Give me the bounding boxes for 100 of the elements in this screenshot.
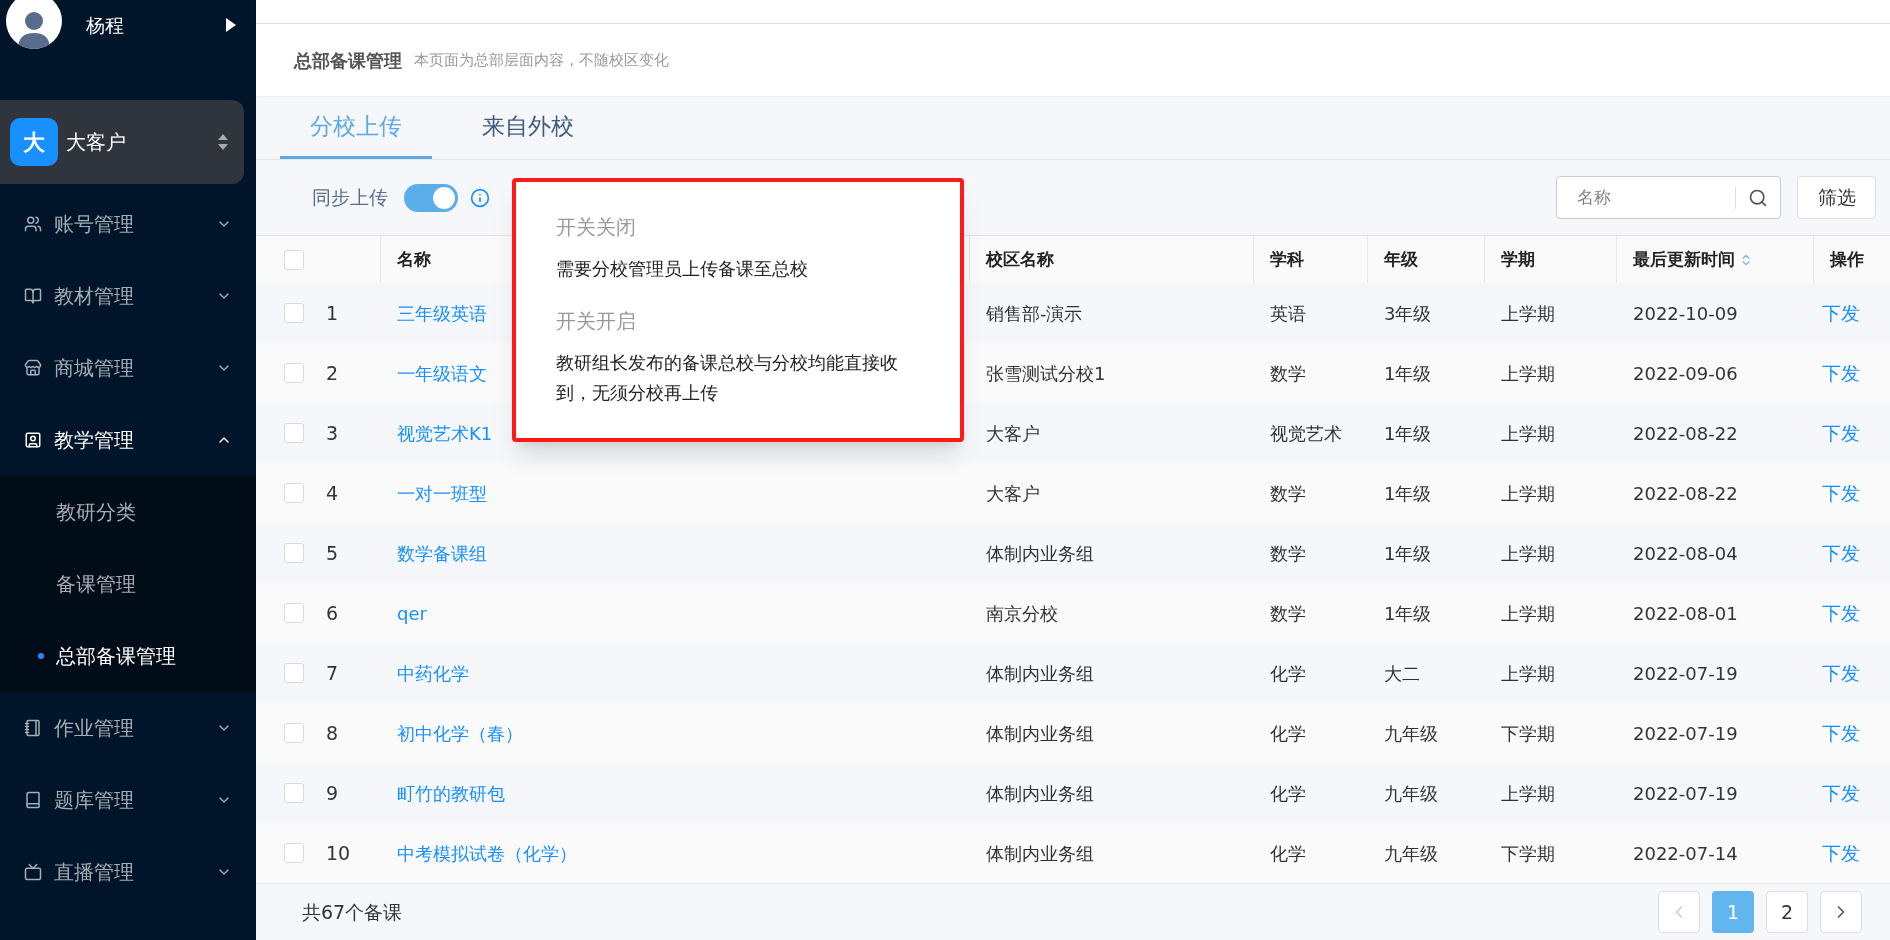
submenu-item[interactable]: 总部备课管理 [0, 620, 256, 692]
table-cell-text: 九年级 [1384, 781, 1438, 806]
menu-icon [24, 215, 42, 233]
row-number: 2 [326, 360, 339, 386]
info-icon[interactable] [470, 187, 490, 208]
table-cell-text: 2022-08-01 [1633, 601, 1738, 626]
checkbox[interactable] [284, 843, 304, 863]
avatar[interactable] [6, 0, 62, 49]
table-cell-text: 上学期 [1501, 421, 1555, 446]
menu-item[interactable]: 商城管理 [0, 332, 256, 404]
checkbox[interactable] [284, 363, 304, 383]
checkbox[interactable] [284, 543, 304, 563]
toggle-switch[interactable] [404, 183, 458, 212]
tab[interactable]: 来自外校 [452, 97, 604, 159]
table-cell-text: 化学 [1270, 841, 1306, 866]
table-cell-text: 2022-08-04 [1633, 541, 1738, 566]
search-icon[interactable] [1748, 187, 1768, 208]
checkbox[interactable] [284, 783, 304, 803]
menu-item[interactable]: 教学管理 [0, 404, 256, 476]
name-link[interactable]: 一对一班型 [397, 479, 487, 507]
dispatch-link[interactable]: 下发 [1822, 778, 1860, 808]
popover-title: 开关关闭 [556, 214, 637, 241]
dispatch-link[interactable]: 下发 [1822, 418, 1860, 448]
table-cell-text: 视觉艺术 [1270, 421, 1342, 446]
checkbox[interactable] [284, 249, 304, 270]
dispatch-link[interactable]: 下发 [1822, 358, 1860, 388]
menu-item[interactable]: 直播管理 [0, 836, 256, 908]
page-button[interactable]: 1 [1712, 891, 1754, 933]
name-link[interactable]: 中药化学 [397, 659, 469, 687]
row-number: 5 [326, 540, 339, 566]
dispatch-link[interactable]: 下发 [1822, 598, 1860, 628]
name-link[interactable]: qer [397, 599, 427, 627]
table-cell-text: 2022-08-22 [1633, 481, 1738, 506]
table-cell-text: 上学期 [1501, 541, 1555, 566]
table-cell-text: 英语 [1270, 301, 1306, 326]
checkbox[interactable] [284, 723, 304, 743]
menu-item[interactable]: 账号管理 [0, 188, 256, 260]
tab[interactable]: 分校上传 [280, 97, 432, 159]
popover-title: 开关开启 [556, 308, 637, 335]
table-cell-text: 数学 [1270, 541, 1306, 566]
name-link[interactable]: 视觉艺术K1 [397, 419, 493, 447]
table-cell-text: 2022-07-19 [1633, 781, 1738, 806]
menu-icon [24, 863, 42, 881]
table-cell-text: 3年级 [1384, 301, 1432, 326]
column-header: 学期 [1501, 247, 1535, 271]
tenant-selector[interactable]: 大 大客户 [0, 100, 244, 184]
filter-button[interactable]: 筛选 [1797, 176, 1876, 219]
table-cell-text: 1年级 [1384, 421, 1432, 446]
table-cell-text: 体制内业务组 [986, 541, 1094, 566]
menu-item[interactable]: 教材管理 [0, 260, 256, 332]
dispatch-link[interactable]: 下发 [1822, 478, 1860, 508]
name-link[interactable]: 初中化学（春） [397, 719, 523, 747]
menu-item[interactable]: 题库管理 [0, 764, 256, 836]
name-link[interactable]: 一年级语文 [397, 359, 487, 387]
table-cell-text: 1年级 [1384, 601, 1432, 626]
dispatch-link[interactable]: 下发 [1822, 658, 1860, 688]
dispatch-link[interactable]: 下发 [1822, 298, 1860, 328]
row-number: 6 [326, 600, 339, 626]
next-page-button[interactable] [1820, 891, 1862, 933]
tenant-name: 大客户 [66, 129, 126, 156]
name-link[interactable]: 町竹的教研包 [397, 779, 505, 807]
table-cell-text: 2022-09-06 [1633, 361, 1738, 386]
checkbox[interactable] [284, 423, 304, 443]
name-link[interactable]: 三年级英语 [397, 299, 487, 327]
prev-page-button[interactable] [1658, 891, 1700, 933]
table-cell-text: 2022-08-22 [1633, 421, 1738, 446]
submenu-item[interactable]: 教研分类 [0, 476, 256, 548]
menu-icon [24, 791, 42, 809]
search-input[interactable]: 名称 [1557, 184, 1735, 211]
table-cell-text: 数学 [1270, 361, 1306, 386]
column-header: 名称 [397, 247, 431, 271]
table-cell-text: 数学 [1270, 481, 1306, 506]
table-cell-text: 化学 [1270, 721, 1306, 746]
checkbox[interactable] [284, 483, 304, 503]
submenu-item[interactable]: 备课管理 [0, 548, 256, 620]
column-header: 操作 [1830, 247, 1864, 271]
table-cell-text: 化学 [1270, 661, 1306, 686]
checkbox[interactable] [284, 603, 304, 623]
dispatch-link[interactable]: 下发 [1822, 838, 1860, 868]
page-button[interactable]: 2 [1766, 891, 1808, 933]
play-icon[interactable] [226, 18, 236, 32]
total-count: 共67个备课 [302, 899, 403, 925]
checkbox[interactable] [284, 663, 304, 683]
sync-label: 同步上传 [312, 185, 388, 211]
name-link[interactable]: 中考模拟试卷（化学） [397, 839, 577, 867]
table-cell-text: 2022-07-14 [1633, 841, 1738, 866]
user-name: 杨程 [86, 12, 124, 38]
page-title: 总部备课管理 [294, 48, 402, 73]
table-cell-text: 九年级 [1384, 721, 1438, 746]
name-link[interactable]: 数学备课组 [397, 539, 487, 567]
table-cell-text: 体制内业务组 [986, 661, 1094, 686]
table-cell-text: 2022-10-09 [1633, 301, 1738, 326]
menu-icon [24, 431, 42, 449]
table-cell-text: 体制内业务组 [986, 721, 1094, 746]
menu-item[interactable]: 作业管理 [0, 692, 256, 764]
checkbox[interactable] [284, 303, 304, 323]
dispatch-link[interactable]: 下发 [1822, 538, 1860, 568]
page-subtitle: 本页面为总部层面内容，不随校区变化 [414, 49, 669, 71]
search-field[interactable]: 名称 [1556, 176, 1781, 219]
dispatch-link[interactable]: 下发 [1822, 718, 1860, 748]
